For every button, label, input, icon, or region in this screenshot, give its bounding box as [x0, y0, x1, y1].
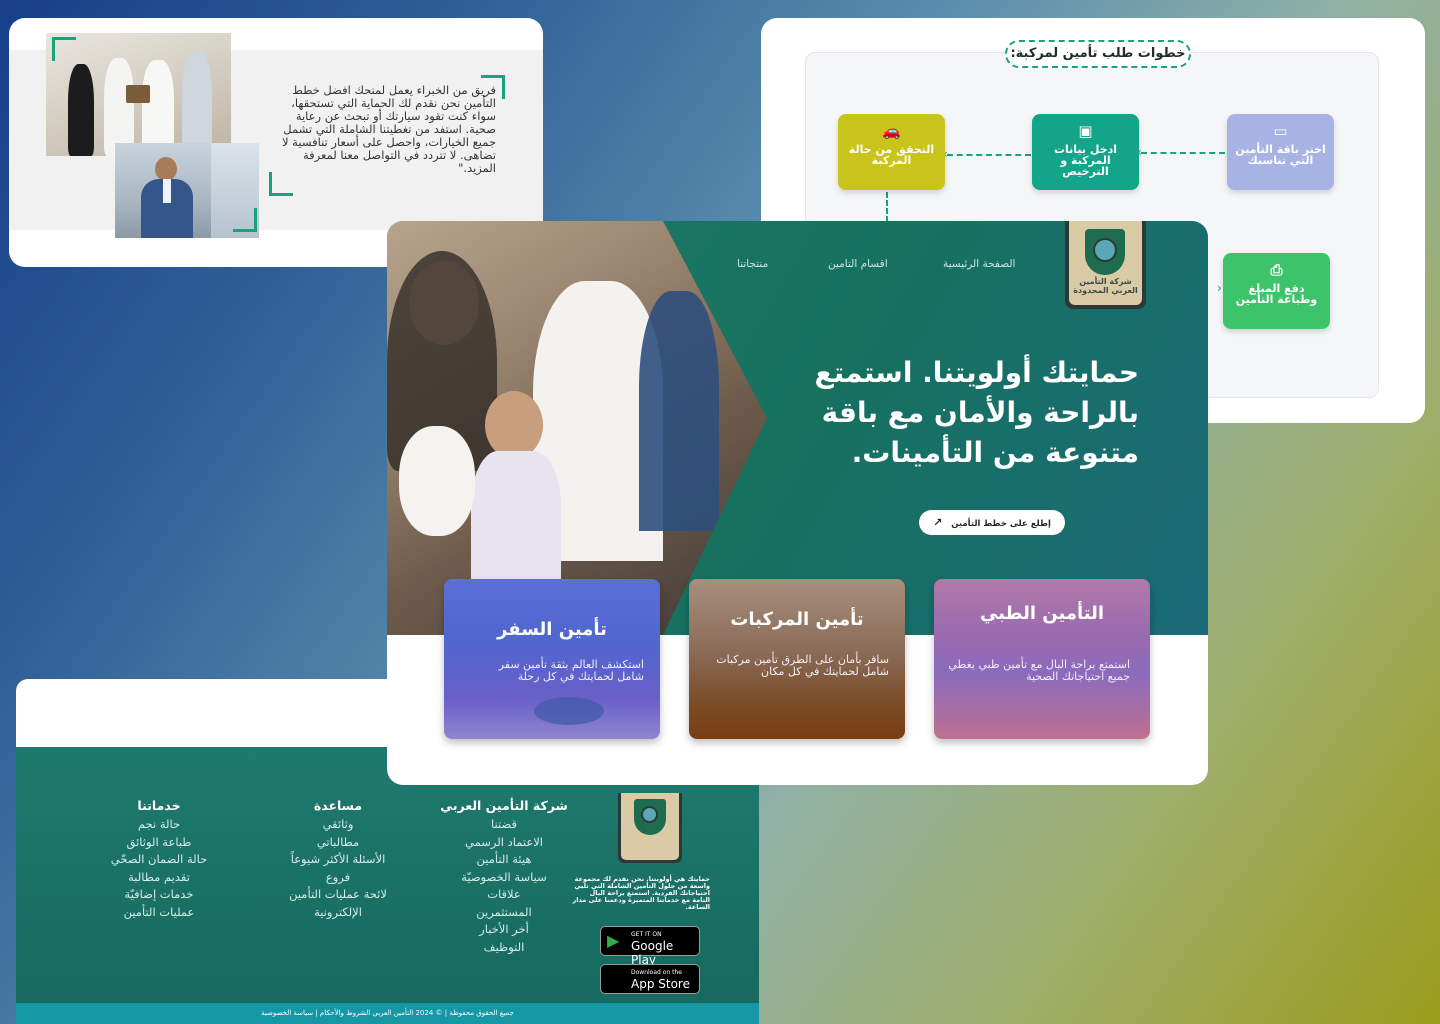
- footer-logo[interactable]: [618, 793, 682, 863]
- service-card-vehicles[interactable]: تأمين المركبات سافر بأمان على الطرق تأمي…: [689, 579, 905, 739]
- app-store-button[interactable]: Download on the App Store: [600, 964, 700, 994]
- footer-col-services: خدماتنا حالة نجم طباعة الوثائق حالة الضم…: [94, 798, 224, 921]
- hero-title: حمايتك أولويتنا. استمتع بالراحة والأمان …: [814, 356, 1139, 469]
- footer-link[interactable]: حالة الضمان الصحّي: [94, 851, 224, 869]
- steps-title: خطوات طلب تأمين لمركبة:: [1005, 40, 1191, 68]
- service-card-medical[interactable]: التأمين الطبي استمتع براحة البال مع تأمي…: [934, 579, 1150, 739]
- step-enter-vehicle-data[interactable]: ▣ ادخل بيانات المركبة و الترخيص: [1032, 114, 1139, 190]
- hero-card: شركة التأمين العربي المحدودة الصفحة الرئ…: [387, 221, 1208, 785]
- footer-link[interactable]: الأسئلة الأكثر شيوعاً: [270, 851, 406, 869]
- frame-corner-icon: [269, 172, 293, 196]
- footer-description: حمايتك هي أولويتنا. نحن نقدم لك مجموعة و…: [572, 875, 710, 911]
- footer-link[interactable]: تقديم مطالبة: [94, 869, 224, 887]
- step-connector: [886, 192, 888, 222]
- printer-icon: ⎙: [1270, 261, 1283, 279]
- footer-link[interactable]: مطالباتي: [270, 834, 406, 852]
- frame-corner-icon: [52, 37, 76, 61]
- footer-col-help: مساعدة وثائقي مطالباتي الأسئلة الأكثر شي…: [270, 798, 406, 921]
- nav-insurance-sections[interactable]: اقسام التامين: [828, 258, 888, 270]
- footer-link[interactable]: فروع: [270, 869, 406, 887]
- step-pay-and-print[interactable]: ⎙ دفع المبلغ وطباعة التأمين: [1223, 253, 1330, 329]
- step-connector: [947, 154, 1031, 156]
- google-play-button[interactable]: ▶ GET IT ON Google Play: [600, 926, 700, 967]
- site-footer: شركة التأمين العربي قضتنا الاعتماد الرسم…: [16, 747, 759, 1024]
- footer-link[interactable]: عمليات التأمين: [94, 904, 224, 922]
- footer-link[interactable]: التوظيف: [436, 939, 572, 957]
- footer-link[interactable]: قضتنا: [436, 816, 572, 834]
- service-card-travel[interactable]: تأمين السفر استكشف العالم بثقة تأمين سفر…: [444, 579, 660, 739]
- arrow-up-right-icon: ↗: [933, 516, 943, 529]
- footer-link[interactable]: علاقات: [436, 886, 572, 904]
- footer-link[interactable]: هيئة التأمين: [436, 851, 572, 869]
- footer-link[interactable]: خدمات إضافيّة: [94, 886, 224, 904]
- footer-link[interactable]: أخر الأخبار: [436, 921, 572, 939]
- footer-link[interactable]: الإلكترونية: [270, 904, 406, 922]
- footer-link[interactable]: سياسة الخصوصيّة: [436, 869, 572, 887]
- copyright-bar: جميع الحقوق محفوظة | © 2024 التأمين العر…: [16, 1003, 759, 1024]
- footer-link[interactable]: المستثمرين: [436, 904, 572, 922]
- step-connector: [1141, 152, 1225, 154]
- footer-link[interactable]: وثائقي: [270, 816, 406, 834]
- footer-link[interactable]: طباعة الوثائق: [94, 834, 224, 852]
- footer-link[interactable]: الاعتماد الرسمي: [436, 834, 572, 852]
- shield-icon: [1085, 229, 1125, 275]
- view-plans-button[interactable]: إطلع على خطط التأمين ↗: [919, 510, 1065, 535]
- footer-link[interactable]: لائحة عمليات التأمين: [270, 886, 406, 904]
- document-icon: ▭: [1273, 122, 1288, 140]
- nav-home[interactable]: الصفحة الرئيسية: [943, 258, 1015, 270]
- step-verify-vehicle[interactable]: 🚗 التحقق من حالة المركبة: [838, 114, 945, 190]
- nav-products[interactable]: منتجاتنا: [737, 258, 768, 270]
- arrow-right-icon: ›: [1217, 281, 1222, 295]
- company-logo[interactable]: شركة التأمين العربي المحدودة: [1065, 221, 1146, 309]
- car-icon: 🚗: [882, 122, 901, 140]
- about-paragraph: فريق من الخبراء يعمل لمنحك افضل خطط التأ…: [281, 83, 496, 175]
- step-choose-package[interactable]: ▭ اختر باقة التأمين التي تناسبك: [1227, 114, 1334, 190]
- footer-link[interactable]: حالة نجم: [94, 816, 224, 834]
- footer-col-company: شركة التأمين العربي قضتنا الاعتماد الرسم…: [436, 798, 572, 956]
- id-card-icon: ▣: [1078, 122, 1093, 140]
- google-play-icon: ▶: [607, 931, 620, 950]
- frame-corner-icon: [233, 208, 257, 232]
